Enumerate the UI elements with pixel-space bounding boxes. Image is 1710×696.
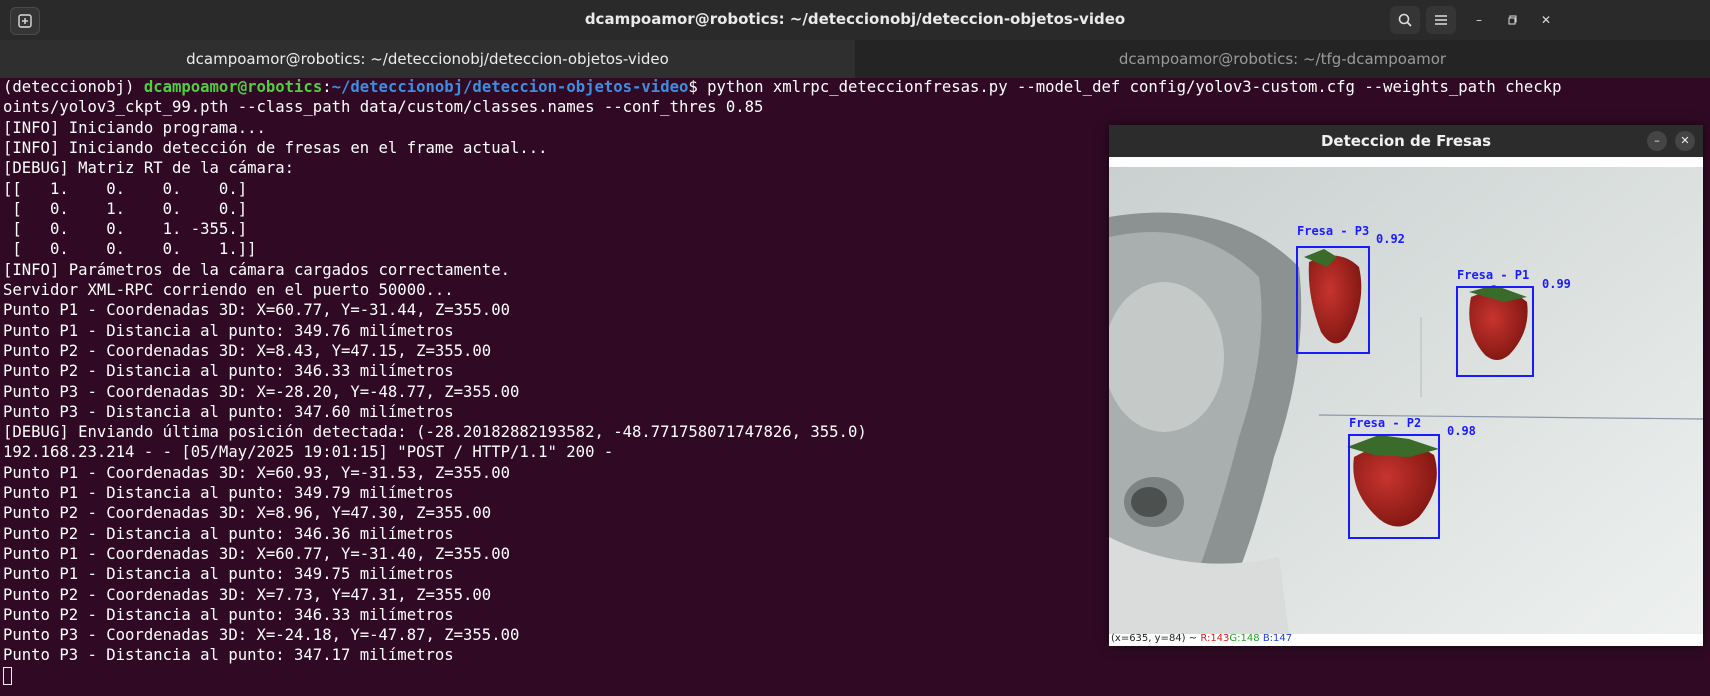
minimize-button[interactable]: – bbox=[1468, 9, 1490, 31]
terminal-line: [ 0. 0. 1. -355.] bbox=[3, 220, 248, 239]
search-button[interactable] bbox=[1390, 6, 1420, 34]
terminal-prompt-line: (deteccionobj) dcampoamor@robotics:~/det… bbox=[3, 77, 1562, 97]
terminal-line: Punto P1 - Coordenadas 3D: X=60.77, Y=-3… bbox=[3, 301, 510, 320]
window-titlebar: dcampoamor@robotics: ~/deteccionobj/dete… bbox=[0, 0, 1710, 40]
terminal-line: 192.168.23.214 - - [05/May/2025 19:01:15… bbox=[3, 443, 614, 462]
bbox-score-p1: 0.99 bbox=[1542, 277, 1571, 291]
terminal-cursor bbox=[3, 667, 12, 685]
terminal-line: Punto P1 - Coordenadas 3D: X=60.77, Y=-3… bbox=[3, 544, 510, 563]
terminal-line: [[ 1. 0. 0. 0.] bbox=[3, 179, 248, 198]
tab-label: dcampoamor@robotics: ~/deteccionobj/dete… bbox=[186, 50, 669, 68]
terminal-line: Punto P2 - Distancia al punto: 346.36 mi… bbox=[3, 524, 454, 543]
close-button[interactable]: ✕ bbox=[1535, 9, 1557, 31]
close-icon: ✕ bbox=[1540, 13, 1552, 27]
close-icon: ✕ bbox=[1680, 134, 1690, 147]
bbox-label-p1: Fresa - P1 bbox=[1457, 268, 1529, 282]
bbox-label-p3: Fresa - P3 bbox=[1297, 224, 1369, 238]
prompt-user: dcampoamor@robotics bbox=[143, 78, 323, 96]
camera-frame[interactable]: Fresa - P3 0.92 Fresa - P1 0.99 Fresa - … bbox=[1109, 157, 1703, 646]
terminal-line: Punto P2 - Distancia al punto: 346.33 mi… bbox=[3, 362, 454, 381]
terminal-line: Punto P3 - Distancia al punto: 347.60 mi… bbox=[3, 402, 454, 421]
terminal-line: Punto P2 - Coordenadas 3D: X=8.96, Y=47.… bbox=[3, 504, 492, 523]
terminal-line: Servidor XML-RPC corriendo en el puerto … bbox=[3, 281, 454, 299]
prompt-symbol: $ bbox=[688, 78, 708, 96]
status-coords: (x=635, y=84) ~ bbox=[1111, 633, 1198, 644]
terminal-line: Punto P1 - Distancia al punto: 349.79 mi… bbox=[3, 484, 454, 502]
prompt-separator: : bbox=[322, 78, 332, 96]
command-continuation: oints/yolov3_ckpt_99.pth --class_path da… bbox=[3, 98, 764, 117]
status-green: G:148 bbox=[1229, 633, 1260, 644]
detection-window-title: Deteccion de Fresas bbox=[1109, 125, 1703, 157]
terminal-line: Punto P2 - Coordenadas 3D: X=7.73, Y=47.… bbox=[3, 585, 492, 604]
terminal-line: [INFO] Iniciando detección de fresas en … bbox=[3, 138, 548, 157]
minimize-icon: – bbox=[1654, 134, 1660, 147]
status-blue: B:147 bbox=[1262, 633, 1293, 644]
terminal-line: Punto P3 - Coordenadas 3D: X=-28.20, Y=-… bbox=[3, 382, 520, 401]
bbox-score-p2: 0.98 bbox=[1447, 424, 1476, 438]
popup-close-button[interactable]: ✕ bbox=[1675, 131, 1695, 151]
terminal-line: Punto P1 - Distancia al punto: 349.75 mi… bbox=[3, 565, 454, 584]
status-red: R:143 bbox=[1200, 633, 1230, 644]
terminal-line: [DEBUG] Matriz RT de la cámara: bbox=[3, 159, 295, 178]
search-icon bbox=[1398, 13, 1412, 27]
prompt-env: (deteccionobj) bbox=[3, 78, 144, 96]
robot-arm bbox=[1109, 212, 1302, 635]
maximize-icon bbox=[1508, 15, 1517, 25]
tab-deteccion-objetos-video[interactable]: dcampoamor@robotics: ~/deteccionobj/dete… bbox=[0, 40, 855, 78]
popup-minimize-button[interactable]: – bbox=[1647, 131, 1667, 151]
tab-tfg-dcampoamor[interactable]: dcampoamor@robotics: ~/tfg-dcampoamor bbox=[855, 40, 1710, 78]
terminal-line: [ 0. 1. 0. 0.] bbox=[3, 199, 248, 218]
tab-label: dcampoamor@robotics: ~/tfg-dcampoamor bbox=[1118, 50, 1447, 68]
minimize-icon: – bbox=[1476, 13, 1482, 27]
terminal-line: Punto P1 - Coordenadas 3D: X=60.93, Y=-3… bbox=[3, 463, 510, 482]
bbox-label-p2: Fresa - P2 bbox=[1349, 416, 1421, 430]
tab-bar: dcampoamor@robotics: ~/deteccionobj/dete… bbox=[0, 40, 1710, 78]
command-text: python xmlrpc_deteccionfresas.py --model… bbox=[707, 78, 1562, 96]
terminal-line: [INFO] Parámetros de la cámara cargados … bbox=[3, 260, 510, 279]
terminal-line: [ 0. 0. 0. 1.]] bbox=[3, 240, 257, 259]
terminal-line: Punto P2 - Distancia al punto: 346.33 mi… bbox=[3, 605, 454, 624]
terminal-line: Punto P2 - Coordenadas 3D: X=8.43, Y=47.… bbox=[3, 341, 492, 360]
camera-image: Fresa - P3 0.92 Fresa - P1 0.99 Fresa - … bbox=[1109, 157, 1703, 646]
hamburger-menu-icon bbox=[1435, 15, 1447, 25]
pixel-info-status: (x=635, y=84) ~ R:143G:148 B:147 bbox=[1111, 633, 1292, 644]
prompt-path: ~/deteccionobj/deteccion-objetos-video bbox=[331, 78, 689, 96]
maximize-button[interactable] bbox=[1502, 9, 1524, 31]
terminal-line: Punto P3 - Coordenadas 3D: X=-24.18, Y=-… bbox=[3, 626, 520, 645]
terminal-line: [INFO] Iniciando programa... bbox=[3, 118, 266, 137]
bbox-score-p3: 0.92 bbox=[1376, 232, 1405, 246]
menu-button[interactable] bbox=[1426, 6, 1456, 34]
detection-window: Deteccion de Fresas – ✕ Fresa - P3 0.92 … bbox=[1109, 125, 1703, 646]
terminal-line: Punto P3 - Distancia al punto: 347.17 mi… bbox=[3, 646, 454, 665]
terminal-line: [DEBUG] Enviando última posición detecta… bbox=[3, 423, 867, 442]
terminal-line: Punto P1 - Distancia al punto: 349.76 mi… bbox=[3, 321, 454, 340]
